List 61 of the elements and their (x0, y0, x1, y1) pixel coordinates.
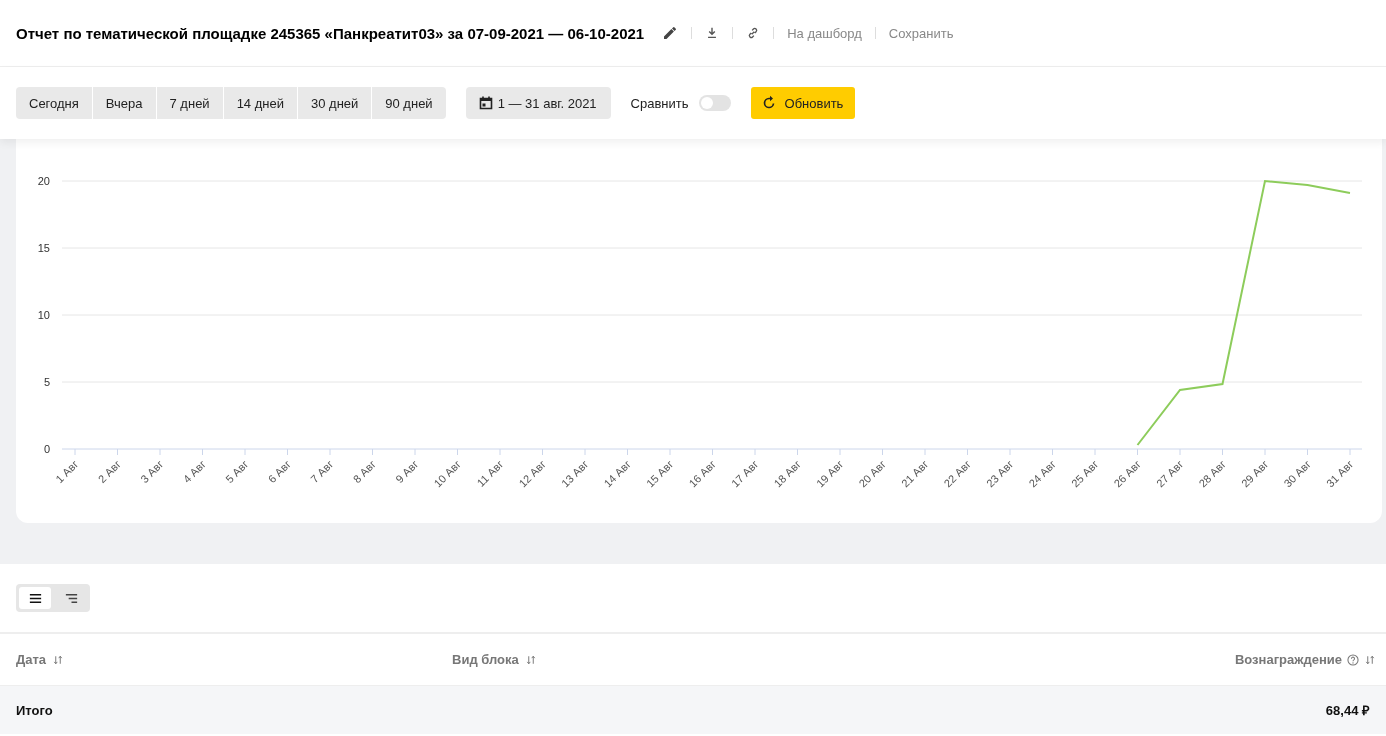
compare-toggle[interactable] (698, 95, 731, 111)
date-range-button[interactable]: 1 — 31 авг. 2021 (465, 87, 611, 119)
x-axis-label: 5 Авг (223, 457, 251, 486)
x-axis-label: 27 Авг (1153, 457, 1186, 490)
period-button[interactable]: 14 дней (223, 87, 297, 119)
x-axis-label: 17 Авг (728, 457, 761, 490)
header-link[interactable]: Сохранить (888, 25, 954, 41)
x-axis-label: 13 Авг (558, 457, 591, 490)
help-icon[interactable] (1346, 652, 1360, 667)
x-axis-label: 19 Авг (813, 457, 846, 490)
period-button[interactable]: Сегодня (16, 87, 92, 119)
x-axis-label: 10 Авг (431, 457, 463, 490)
x-axis-label: 11 Авг (474, 457, 506, 489)
x-axis-label: 12 Авг (516, 457, 548, 490)
period-button[interactable]: 7 дней (156, 87, 223, 119)
report-title: Отчет по тематической площадке 245365 «Панкреатит03» за 07-09-2021 — 06-10-2021 (16, 24, 645, 42)
period-button[interactable]: 90 дней (372, 87, 446, 119)
total-label: Итого (16, 702, 54, 718)
x-axis-label: 6 Авг (265, 457, 293, 486)
x-axis-label: 7 Авг (308, 457, 336, 486)
x-axis-label: 4 Авг (180, 457, 208, 486)
x-axis-label: 16 Авг (686, 457, 718, 490)
x-axis-label: 18 Авг (771, 457, 803, 490)
x-axis-label: 25 Авг (1068, 457, 1101, 490)
y-axis-label: 0 (43, 443, 50, 455)
view-mode-button[interactable] (19, 587, 51, 609)
column-header[interactable]: Вознаграждение (1234, 652, 1342, 667)
x-axis-label: 22 Авг (941, 457, 973, 490)
sort-icon[interactable] (1364, 653, 1376, 666)
x-axis-label: 24 Авг (1026, 457, 1058, 490)
x-axis-label: 31 Авг (1323, 457, 1356, 490)
period-button[interactable]: 30 дней (297, 87, 372, 119)
x-axis-label: 15 Авг (643, 457, 676, 490)
column-header[interactable]: Вид блока (452, 652, 519, 667)
sort-icon[interactable] (524, 653, 537, 666)
pencil-icon[interactable] (662, 25, 679, 41)
x-axis-label: 26 Авг (1111, 457, 1143, 490)
refresh-button[interactable]: Обновить (750, 87, 856, 119)
sort-icon[interactable] (52, 653, 65, 666)
x-axis-label: 8 Авг (350, 457, 378, 486)
x-axis-label: 1 Авг (53, 457, 81, 486)
header-link[interactable]: На дашборд (787, 25, 862, 41)
x-axis-label: 29 Авг (1238, 457, 1271, 490)
x-axis-label: 2 Авг (95, 457, 123, 486)
y-axis-label: 15 (37, 242, 50, 254)
total-reward: 68,44 ₽ (1324, 702, 1371, 719)
x-axis-label: 20 Авг (856, 457, 888, 490)
calendar-icon (477, 95, 494, 111)
x-axis-label: 21 Авг (898, 457, 931, 490)
period-button[interactable]: Вчера (92, 87, 156, 119)
y-axis-label: 5 (43, 376, 50, 388)
y-axis-label: 20 (37, 175, 50, 187)
compare-label: Сравнить (630, 95, 689, 111)
x-axis-label: 9 Авг (393, 457, 421, 486)
x-axis-label: 30 Авг (1281, 457, 1313, 490)
x-axis-label: 28 Авг (1196, 457, 1228, 490)
x-axis-label: 3 Авг (138, 457, 166, 486)
y-axis-label: 10 (37, 309, 50, 321)
x-axis-label: 14 Авг (601, 457, 633, 490)
column-header[interactable]: Дата (16, 652, 47, 667)
x-axis-label: 23 Авг (983, 457, 1016, 490)
